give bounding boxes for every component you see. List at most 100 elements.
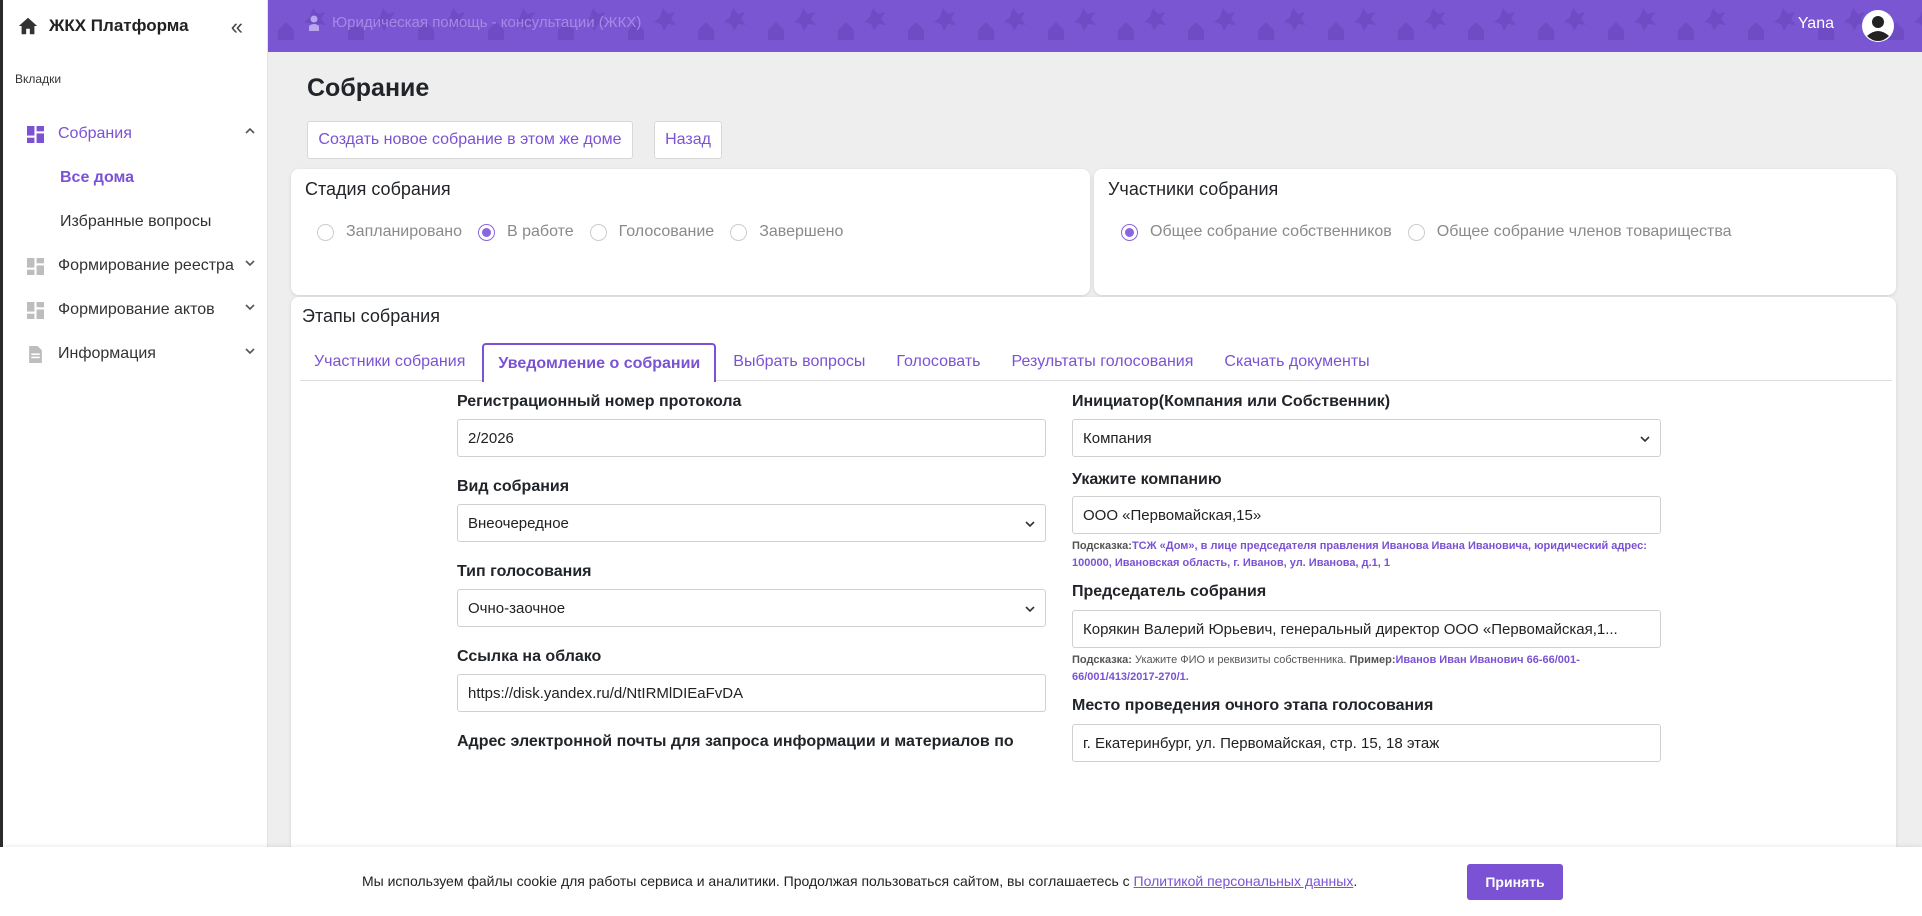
page-title: Собрание bbox=[307, 74, 430, 102]
radio-dot bbox=[477, 223, 495, 241]
collapse-sidebar-icon[interactable]: « bbox=[231, 14, 243, 40]
steps-card: Этапы собрания Участники собрания Уведом… bbox=[291, 297, 1896, 916]
stage-radio-group: Запланировано В работе Голосование Завер… bbox=[317, 223, 859, 241]
chevron-up-icon bbox=[245, 127, 255, 134]
radio-dot bbox=[1407, 223, 1425, 241]
meeting-kind-label: Вид собрания bbox=[457, 478, 570, 495]
back-button[interactable]: Назад bbox=[654, 121, 722, 159]
radio-dot bbox=[730, 223, 748, 241]
steps-card-title: Этапы собрания bbox=[302, 306, 440, 326]
cookie-message: Мы используем файлы cookie для работы се… bbox=[362, 873, 1134, 889]
sidebar-subitem-all-houses[interactable]: Все дома bbox=[3, 156, 267, 200]
tab-notification[interactable]: Уведомление о собрании bbox=[482, 343, 717, 382]
radio-label: Завершено bbox=[759, 223, 844, 240]
chevron-down-icon bbox=[1025, 606, 1035, 613]
stage-radio-finished[interactable]: Завершено bbox=[730, 223, 843, 241]
hint-key: Подсказка: bbox=[1072, 540, 1132, 552]
participants-card-title: Участники собрания bbox=[1108, 179, 1279, 199]
chevron-down-icon bbox=[245, 348, 255, 355]
accept-cookie-button[interactable]: Принять bbox=[1467, 864, 1563, 900]
hint-text: ТСЖ «Дом», в лице председателя правления… bbox=[1072, 540, 1647, 569]
participants-radio-partnership[interactable]: Общее собрание членов товарищества bbox=[1407, 223, 1732, 241]
tab-vote[interactable]: Голосовать bbox=[882, 343, 994, 381]
breadcrumb[interactable]: Юридическая помощь - консультации (ЖКХ) bbox=[308, 14, 641, 31]
sidebar-item-label: Формирование реестра bbox=[58, 257, 234, 274]
cookie-banner: Мы используем файлы cookie для работы се… bbox=[0, 847, 1922, 916]
stage-radio-planned[interactable]: Запланировано bbox=[317, 223, 462, 241]
cookie-tail: . bbox=[1353, 873, 1358, 889]
meeting-kind-value: Внеочередное bbox=[468, 514, 569, 532]
user-name[interactable]: Yana bbox=[1798, 15, 1834, 33]
sidebar-item-label: Формирование актов bbox=[58, 301, 215, 318]
radio-dot bbox=[317, 223, 334, 241]
privacy-policy-link[interactable]: Политикой персональных данных bbox=[1134, 873, 1354, 889]
stage-radio-voting[interactable]: Голосование bbox=[589, 223, 715, 241]
voting-type-label: Тип голосования bbox=[457, 563, 592, 580]
voting-type-select[interactable]: Очно-заочное bbox=[457, 589, 1046, 627]
tab-choose-questions[interactable]: Выбрать вопросы bbox=[719, 343, 879, 381]
participants-radio-group: Общее собрание собственников Общее собра… bbox=[1121, 223, 1748, 241]
meeting-kind-select[interactable]: Внеочередное bbox=[457, 504, 1046, 542]
protocol-number-label: Регистрационный номер протокола bbox=[457, 393, 742, 410]
avatar-icon[interactable] bbox=[1862, 10, 1894, 42]
chevron-down-icon bbox=[245, 260, 255, 267]
hint-example-key: Пример: bbox=[1349, 654, 1396, 666]
venue-input[interactable]: г. Екатеринбург, ул. Первомайская, стр. … bbox=[1072, 724, 1661, 762]
sidebar: ЖКХ Платформа « Вкладки Собрания Все дом… bbox=[0, 0, 268, 916]
company-hint: Подсказка:ТСЖ «Дом», в лице председателя… bbox=[1072, 538, 1661, 572]
tab-participants[interactable]: Участники собрания bbox=[300, 343, 479, 381]
breadcrumb-text: Юридическая помощь - консультации (ЖКХ) bbox=[332, 14, 642, 31]
tab-download-documents[interactable]: Скачать документы bbox=[1210, 343, 1383, 381]
document-icon bbox=[29, 345, 42, 363]
steps-tabs: Участники собрания Уведомление о собрани… bbox=[300, 343, 1892, 382]
voting-type-value: Очно-заочное bbox=[468, 599, 566, 617]
cookie-text: Мы используем файлы cookie для работы се… bbox=[362, 873, 1357, 889]
radio-label: Общее собрание членов товарищества bbox=[1436, 223, 1732, 240]
tab-results[interactable]: Результаты голосования bbox=[998, 343, 1208, 381]
sidebar-subitem-favorite-questions[interactable]: Избранные вопросы bbox=[3, 200, 267, 244]
stage-card: Стадия собрания Запланировано В работе Г… bbox=[291, 169, 1090, 295]
sidebar-item-meetings[interactable]: Собрания bbox=[3, 112, 267, 156]
radio-label: Запланировано bbox=[346, 223, 462, 240]
hint-normal: Укажите ФИО и реквизиты собственника. bbox=[1131, 654, 1350, 666]
topbar: Юридическая помощь - консультации (ЖКХ) … bbox=[268, 0, 1922, 52]
person-icon bbox=[309, 15, 319, 31]
brand[interactable]: ЖКХ Платформа « bbox=[3, 0, 267, 52]
radio-label: Голосование bbox=[618, 223, 715, 240]
chevron-down-icon bbox=[1025, 521, 1035, 528]
create-new-meeting-button[interactable]: Создать новое собрание в этом же доме bbox=[307, 121, 633, 159]
stage-radio-in-progress[interactable]: В работе bbox=[477, 223, 574, 241]
cloud-link-input[interactable]: https://disk.yandex.ru/d/NtIRMlDIEaFvDA bbox=[457, 674, 1046, 712]
dashboard-grid-icon bbox=[27, 125, 44, 143]
email-label: Адрес электронной почты для запроса инфо… bbox=[457, 733, 1014, 750]
participants-radio-owners[interactable]: Общее собрание собственников bbox=[1121, 223, 1392, 241]
participants-card: Участники собрания Общее собрание собств… bbox=[1094, 169, 1896, 295]
company-input[interactable]: ООО «Первомайская,15» bbox=[1072, 496, 1661, 534]
company-label: Укажите компанию bbox=[1072, 471, 1222, 488]
chairman-label: Председатель собрания bbox=[1072, 583, 1267, 600]
chevron-down-icon bbox=[1640, 436, 1650, 443]
initiator-select[interactable]: Компания bbox=[1072, 419, 1661, 457]
sidebar-item-registry[interactable]: Формирование реестра bbox=[3, 244, 267, 288]
hint-key: Подсказка: bbox=[1072, 654, 1132, 666]
radio-label: Общее собрание собственников bbox=[1150, 223, 1392, 240]
dashboard-grid-icon bbox=[27, 301, 44, 319]
home-icon bbox=[18, 17, 38, 35]
radio-dot bbox=[589, 223, 607, 241]
radio-label: В работе bbox=[506, 223, 574, 240]
chevron-down-icon bbox=[245, 304, 255, 311]
dashboard-grid-icon bbox=[27, 257, 44, 275]
protocol-number-input[interactable]: 2/2026 bbox=[457, 419, 1046, 457]
sidebar-item-label: Информация bbox=[58, 345, 156, 362]
initiator-value: Компания bbox=[1083, 429, 1152, 447]
cloud-link-label: Ссылка на облако bbox=[457, 648, 602, 665]
main-content: Собрание Создать новое собрание в этом ж… bbox=[268, 52, 1922, 916]
section-label: Вкладки bbox=[15, 72, 62, 86]
chairman-input[interactable]: Корякин Валерий Юрьевич, генеральный дир… bbox=[1072, 610, 1661, 648]
sidebar-item-acts[interactable]: Формирование актов bbox=[3, 288, 267, 332]
chairman-hint: Подсказка: Укажите ФИО и реквизиты собст… bbox=[1072, 652, 1661, 686]
sidebar-item-info[interactable]: Информация bbox=[3, 332, 267, 376]
stage-card-title: Стадия собрания bbox=[305, 179, 451, 199]
radio-dot bbox=[1121, 223, 1138, 241]
brand-title: ЖКХ Платформа bbox=[49, 16, 189, 35]
